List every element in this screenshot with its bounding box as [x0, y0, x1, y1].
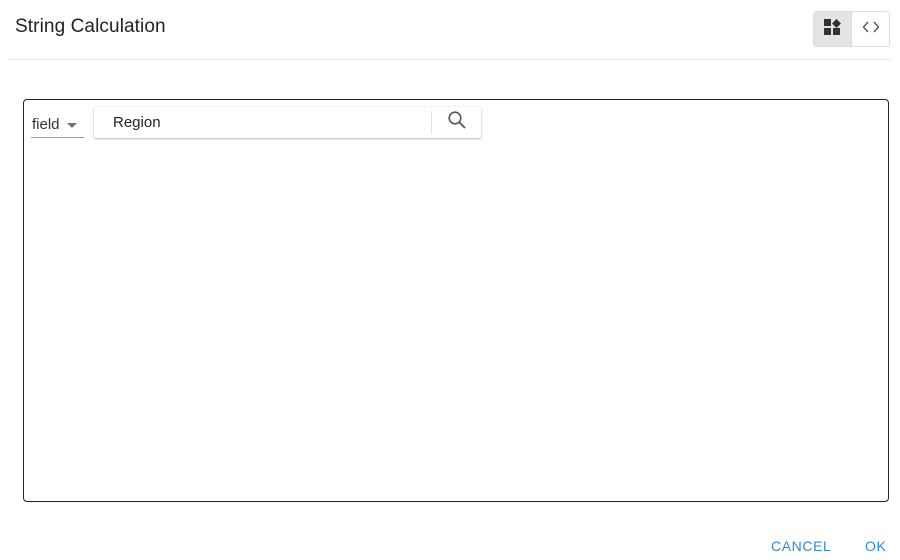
expression-editor[interactable]: field	[23, 99, 889, 502]
visual-editor-icon	[823, 18, 842, 40]
field-type-label: field	[32, 116, 60, 133]
header-divider	[8, 59, 892, 60]
caret-down-icon	[66, 123, 77, 128]
dialog-title: String Calculation	[15, 16, 166, 37]
ok-button[interactable]: OK	[865, 538, 886, 554]
search-button[interactable]	[432, 107, 481, 138]
string-calculation-dialog: String Calculation field Region CANCEL O…	[0, 0, 900, 560]
field-type-select[interactable]: field	[31, 112, 84, 138]
view-mode-toggle	[813, 11, 890, 47]
field-search-input[interactable]	[94, 107, 431, 138]
search-icon	[447, 110, 467, 135]
field-search-box	[94, 107, 481, 138]
cancel-button[interactable]: CANCEL	[771, 538, 831, 554]
code-editor-button[interactable]	[852, 12, 889, 46]
code-brackets-icon	[862, 20, 880, 39]
visual-editor-button[interactable]	[814, 12, 852, 46]
